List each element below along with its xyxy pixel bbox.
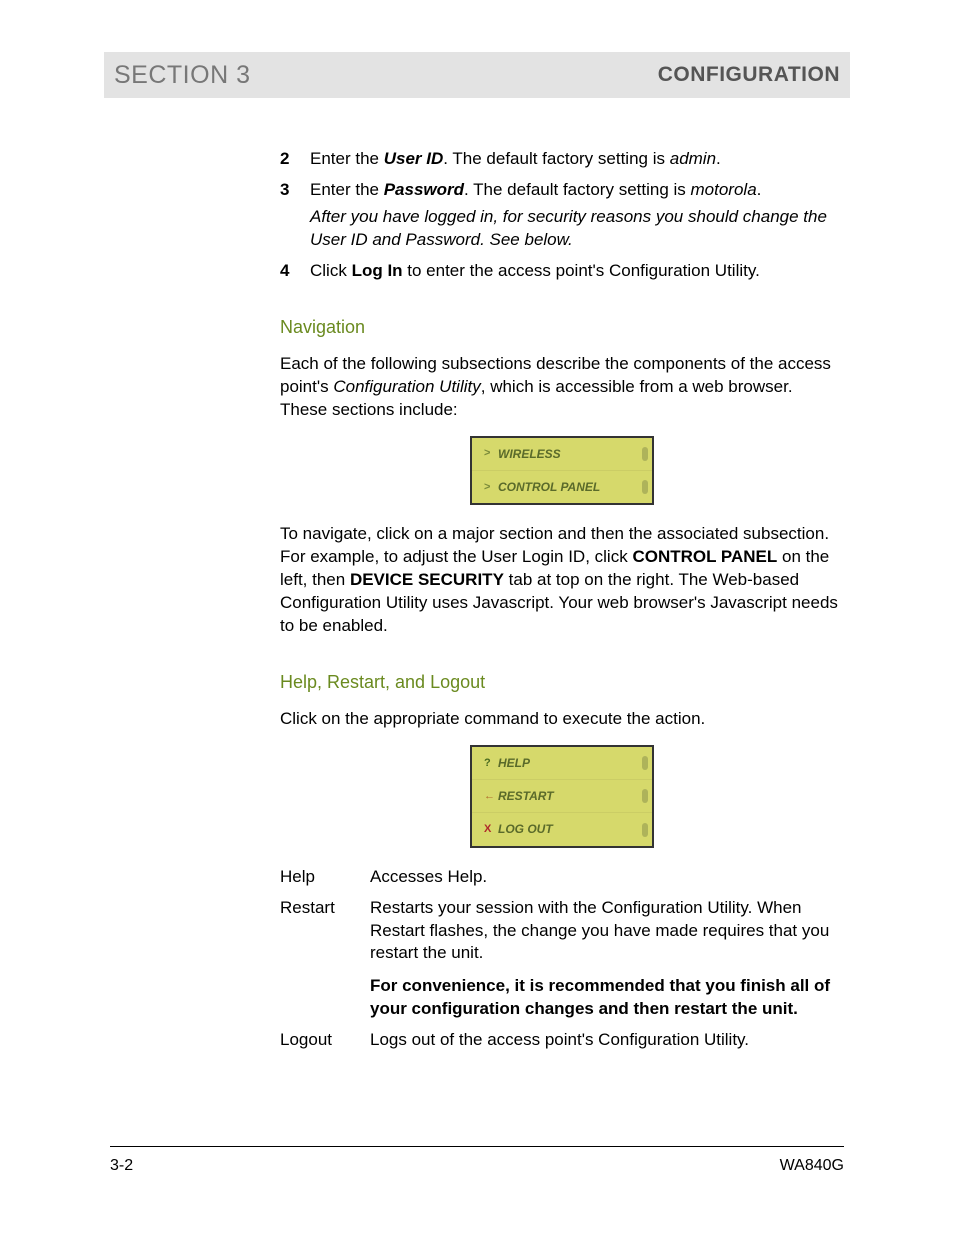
step-row: 3 Enter the Password. The default factor… <box>280 179 844 252</box>
help-menu-screenshot: ? HELP ← RESTART X LOG OUT <box>470 745 654 848</box>
chevron-right-icon: > <box>484 446 498 461</box>
step-body: Enter the User ID. The default factory s… <box>310 148 844 171</box>
step-body: Click Log In to enter the access point's… <box>310 260 844 283</box>
help-menu-item-logout: X LOG OUT <box>472 812 652 845</box>
step-number: 4 <box>280 260 310 283</box>
restart-icon: ← <box>484 789 498 804</box>
help-menu-label: RESTART <box>498 788 554 804</box>
definition-term: Help <box>280 866 370 889</box>
nav-menu-screenshot: > WIRELESS > CONTROL PANEL <box>470 436 654 505</box>
text: . <box>716 149 721 168</box>
default-value: admin <box>670 149 716 168</box>
utility-name: Configuration Utility <box>333 377 480 396</box>
recommendation-note: For convenience, it is recommended that … <box>370 975 844 1021</box>
help-menu-item-restart: ← RESTART <box>472 779 652 812</box>
step-row: 2 Enter the User ID. The default factory… <box>280 148 844 171</box>
step-row: 4 Click Log In to enter the access point… <box>280 260 844 283</box>
definition-term: Logout <box>280 1029 370 1052</box>
section-label: SECTION 3 <box>114 61 250 90</box>
navigation-heading: Navigation <box>280 315 844 339</box>
security-note: After you have logged in, for security r… <box>310 206 844 252</box>
nav-menu-label: WIRELESS <box>498 446 561 462</box>
model-number: WA840G <box>780 1157 844 1175</box>
definition-desc: Logs out of the access point's Configura… <box>370 1029 844 1052</box>
definition-row: Logout Logs out of the access point's Co… <box>280 1029 844 1052</box>
action-name: Log In <box>352 261 403 280</box>
page-number: 3-2 <box>110 1157 133 1175</box>
help-menu-label: HELP <box>498 755 530 771</box>
text: . The default factory setting is <box>464 180 690 199</box>
text: Click <box>310 261 352 280</box>
page-header: SECTION 3 CONFIGURATION <box>104 52 850 98</box>
help-menu-item-help: ? HELP <box>472 747 652 779</box>
tab-ref: DEVICE SECURITY <box>350 570 504 589</box>
definition-desc: Restarts your session with the Configura… <box>370 897 844 1022</box>
definition-term: Restart <box>280 897 370 1022</box>
navigation-intro: Each of the following subsections descri… <box>280 353 844 422</box>
help-heading: Help, Restart, and Logout <box>280 670 844 694</box>
default-value: motorola <box>691 180 757 199</box>
text: to enter the access point's Configuratio… <box>403 261 760 280</box>
step-number: 2 <box>280 148 310 171</box>
close-icon: X <box>484 822 498 837</box>
nav-menu-label: CONTROL PANEL <box>498 479 600 495</box>
step-number: 3 <box>280 179 310 252</box>
definition-row: Help Accesses Help. <box>280 866 844 889</box>
nav-menu-item-wireless: > WIRELESS <box>472 438 652 470</box>
help-intro: Click on the appropriate command to exec… <box>280 708 844 731</box>
step-body: Enter the Password. The default factory … <box>310 179 844 252</box>
menu-ref: CONTROL PANEL <box>632 547 777 566</box>
text: Enter the <box>310 180 384 199</box>
text: . The default factory setting is <box>443 149 669 168</box>
text: Enter the <box>310 149 384 168</box>
page-content: 2 Enter the User ID. The default factory… <box>280 148 844 1052</box>
page-title: CONFIGURATION <box>658 63 840 87</box>
page-footer: 3-2 WA840G <box>110 1146 844 1175</box>
field-name: Password <box>384 180 464 199</box>
definition-row: Restart Restarts your session with the C… <box>280 897 844 1022</box>
definition-desc: Accesses Help. <box>370 866 844 889</box>
text: Restarts your session with the Configura… <box>370 898 829 963</box>
text: . <box>757 180 762 199</box>
nav-menu-item-control-panel: > CONTROL PANEL <box>472 470 652 503</box>
question-icon: ? <box>484 756 498 771</box>
help-menu-label: LOG OUT <box>498 821 553 837</box>
chevron-right-icon: > <box>484 480 498 495</box>
field-name: User ID <box>384 149 444 168</box>
navigation-instructions: To navigate, click on a major section an… <box>280 523 844 638</box>
